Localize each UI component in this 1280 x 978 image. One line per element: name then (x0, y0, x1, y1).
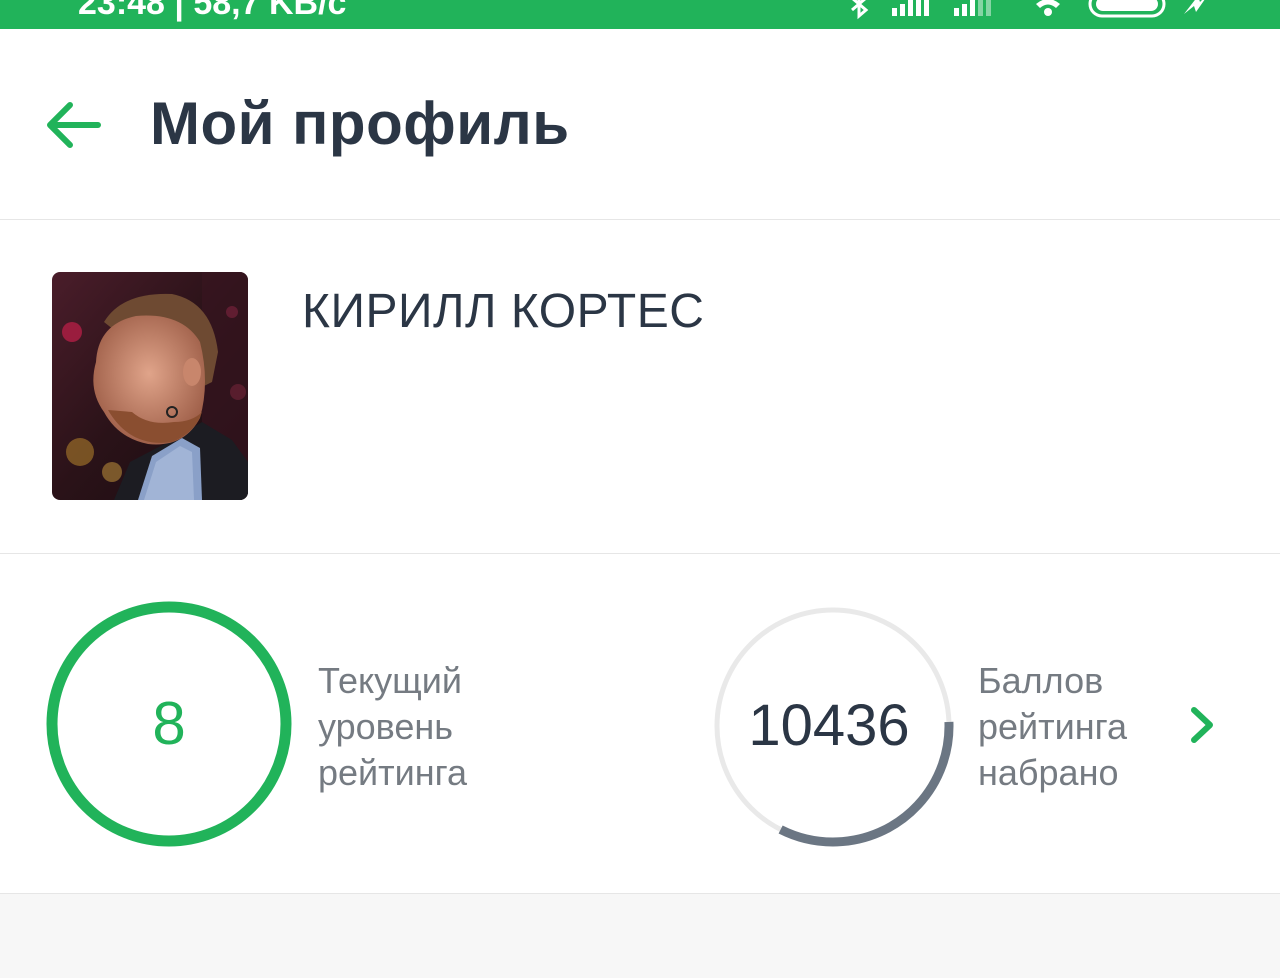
points-label-line: Баллов (978, 660, 1104, 701)
bottom-area (0, 894, 1280, 978)
points-value: 10436 (748, 693, 909, 758)
signal-icon (892, 0, 929, 16)
stats-section: 8 Текущий уровень рейтинга 10436 Баллов … (0, 554, 1280, 894)
points-label-line: рейтинга (978, 706, 1127, 747)
level-value: 8 (152, 690, 185, 757)
bluetooth-icon (851, 0, 869, 20)
points-label-line: набрано (978, 752, 1119, 793)
battery-icon (1088, 0, 1166, 18)
status-icons (851, 0, 1205, 20)
level-label: Текущий уровень рейтинга (318, 658, 467, 796)
points-ring[interactable]: 10436 (712, 605, 954, 847)
user-name: КИРИЛЛ КОРТЕС (302, 285, 705, 338)
level-label-line: уровень (318, 706, 454, 747)
charging-icon (1184, 0, 1205, 14)
level-label-line: Текущий (318, 660, 462, 701)
app-bar: Мой профиль (0, 29, 1280, 220)
status-time-speed: 23:48 | 58,7 KB/c (78, 0, 347, 22)
chevron-right-icon[interactable] (1186, 704, 1220, 746)
level-ring: 8 (46, 601, 292, 847)
status-bar: 23:48 | 58,7 KB/c (0, 0, 1280, 29)
wifi-icon (1036, 0, 1060, 16)
level-label-line: рейтинга (318, 752, 467, 793)
points-label: Баллов рейтинга набрано (978, 658, 1127, 796)
page-title: Мой профиль (150, 90, 570, 157)
avatar[interactable] (52, 272, 248, 500)
profile-section: КИРИЛЛ КОРТЕС (0, 220, 1280, 554)
arrow-left-icon[interactable] (40, 95, 110, 155)
signal-icon-2 (954, 0, 991, 16)
